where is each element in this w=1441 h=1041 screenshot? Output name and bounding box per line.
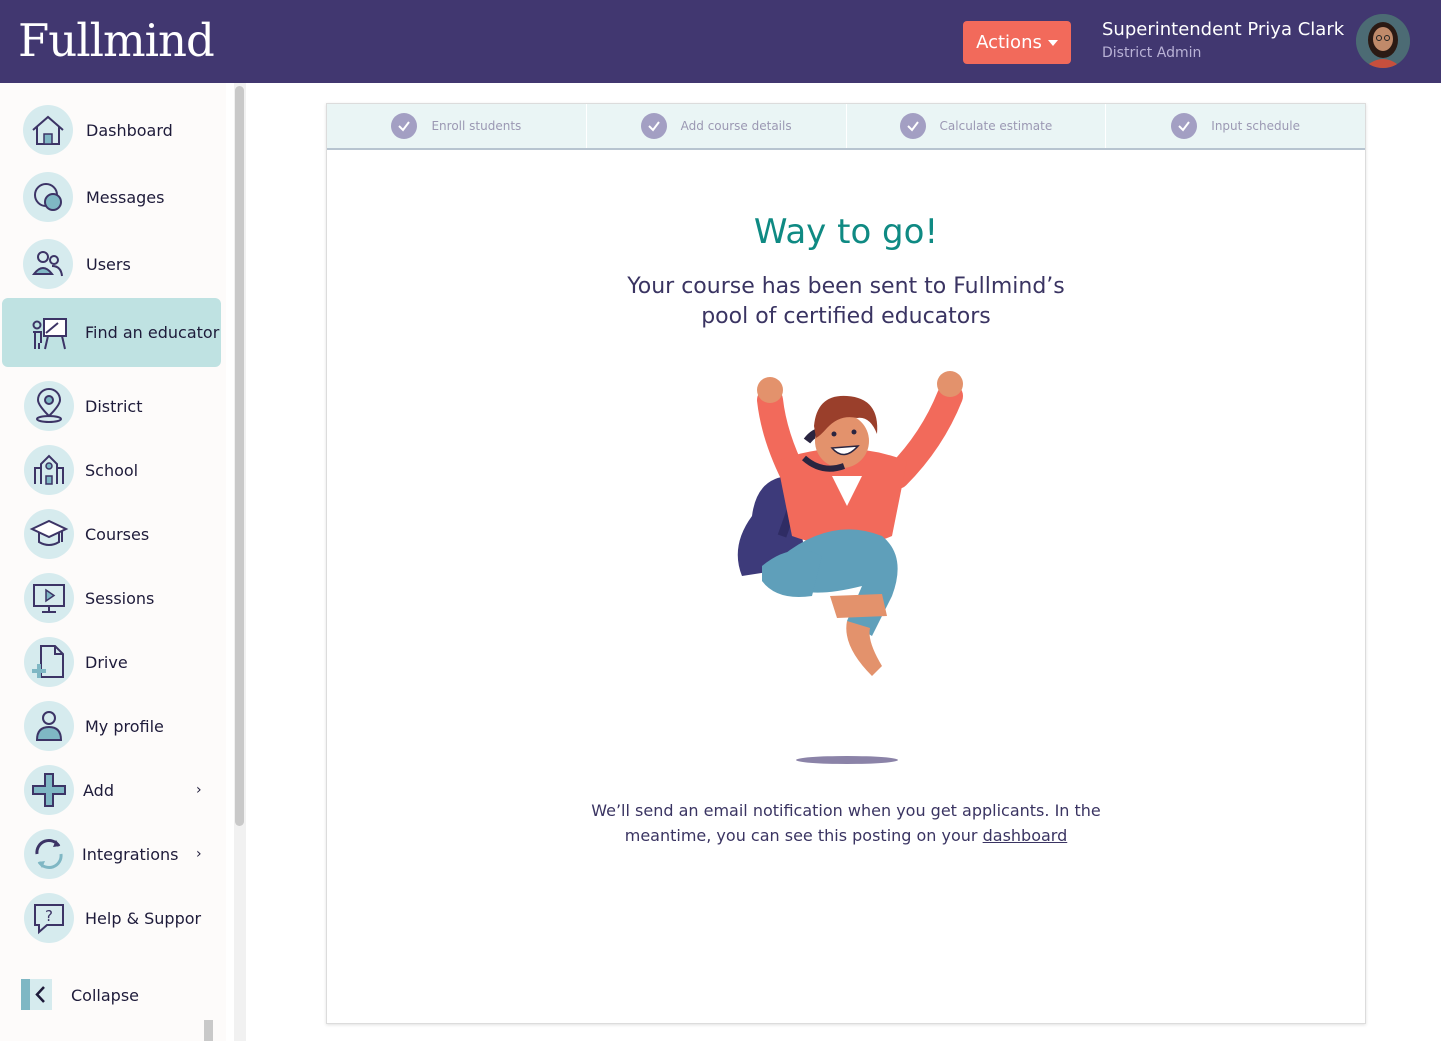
file-add-icon (24, 637, 74, 687)
sidebar-item-add[interactable]: Add › (0, 760, 222, 820)
step-label: Add course details (680, 119, 792, 133)
sidebar-item-label: Find an educator (85, 323, 220, 342)
sidebar-item-district[interactable]: District (0, 376, 222, 436)
sidebar-item-label: School (85, 460, 139, 480)
notice-line-1: We’ll send an email notification when yo… (591, 801, 1101, 820)
collapse-icon (21, 979, 52, 1010)
step-input-schedule[interactable]: Input schedule (1106, 104, 1365, 148)
sidebar-item-help-support[interactable]: ? Help & Suppor (0, 888, 222, 948)
dashboard-link[interactable]: dashboard (983, 826, 1068, 845)
location-pin-icon (24, 381, 74, 431)
sidebar-item-label: Sessions (85, 588, 155, 608)
help-chat-icon: ? (24, 893, 74, 943)
sidebar-item-courses[interactable]: Courses (0, 504, 222, 564)
sidebar-item-dashboard[interactable]: Dashboard (0, 100, 222, 160)
plus-icon (24, 765, 74, 815)
check-icon (391, 113, 418, 139)
sidebar-item-sessions[interactable]: Sessions (0, 568, 222, 628)
progress-stepper: Enroll students Add course details Calcu… (327, 104, 1365, 150)
sidebar-item-label: Dashboard (86, 120, 173, 140)
avatar[interactable] (1356, 14, 1410, 68)
top-header: Fullmind Actions Superintendent Priya Cl… (0, 0, 1441, 83)
celebrating-student-illustration (722, 366, 972, 776)
sidebar-item-label: Help & Suppor (85, 908, 202, 928)
step-enroll-students[interactable]: Enroll students (327, 104, 587, 148)
collapse-label: Collapse (71, 986, 139, 1005)
graduation-cap-icon (24, 509, 74, 559)
chevron-right-icon: › (196, 782, 202, 798)
profile-icon (24, 701, 74, 751)
educator-icon (23, 308, 73, 358)
sidebar-item-drive[interactable]: Drive (0, 632, 222, 692)
confirmation-card: Enroll students Add course details Calcu… (326, 103, 1366, 1024)
step-label: Input schedule (1211, 119, 1300, 133)
sidebar-item-label: Integrations (82, 844, 179, 864)
actions-label: Actions (976, 32, 1042, 53)
sidebar-item-find-an-educator[interactable]: Find an educator (2, 298, 221, 367)
success-subheading: Your course has been sent to Fullmind’s … (327, 272, 1365, 332)
step-calculate-estimate[interactable]: Calculate estimate (847, 104, 1107, 148)
user-role: District Admin (1102, 45, 1202, 61)
collapse-button[interactable]: Collapse (21, 979, 221, 1011)
sidebar-scrollbar-thumb[interactable] (235, 86, 244, 826)
subheading-line-2: pool of certified educators (701, 304, 991, 329)
sidebar-item-my-profile[interactable]: My profile (0, 696, 222, 756)
video-screen-icon (24, 573, 74, 623)
subheading-line-1: Your course has been sent to Fullmind’s (627, 274, 1065, 299)
secondary-scrollbar-thumb[interactable] (204, 1020, 213, 1041)
sidebar-item-label: Messages (86, 187, 165, 207)
chevron-right-icon: › (196, 846, 202, 862)
sync-icon (24, 829, 74, 879)
check-icon (899, 113, 926, 139)
sidebar-item-integrations[interactable]: Integrations › (0, 824, 222, 884)
sidebar-item-label: Add (83, 780, 114, 800)
sidebar-item-label: My profile (85, 716, 164, 736)
sidebar-item-label: District (85, 396, 143, 416)
home-icon (23, 105, 73, 155)
step-label: Enroll students (431, 119, 522, 133)
users-icon (23, 239, 73, 289)
sidebar-item-messages[interactable]: Messages (0, 167, 222, 227)
success-headline: Way to go! (753, 212, 939, 252)
caret-down-icon (1047, 39, 1058, 46)
sidebar: Dashboard Messages Users Find an educato… (0, 83, 226, 1041)
user-name: Superintendent Priya Clark (1102, 19, 1345, 40)
svg-text:?: ? (45, 907, 53, 925)
check-icon (1171, 113, 1198, 139)
sidebar-item-school[interactable]: School (0, 440, 222, 500)
sidebar-item-label: Drive (85, 652, 128, 672)
notice-line-2: meantime, you can see this posting on yo… (327, 823, 1365, 848)
actions-button[interactable]: Actions (963, 21, 1071, 64)
notice-text: meantime, you can see this posting on yo… (624, 826, 978, 845)
step-add-course-details[interactable]: Add course details (587, 104, 847, 148)
sidebar-item-label: Users (86, 254, 131, 274)
check-icon (640, 113, 667, 139)
step-label: Calculate estimate (939, 119, 1053, 133)
fullmind-logo[interactable]: Fullmind (18, 8, 215, 74)
sidebar-item-users[interactable]: Users (0, 234, 222, 294)
messages-icon (23, 172, 73, 222)
school-icon (24, 445, 74, 495)
email-notice: We’ll send an email notification when yo… (327, 798, 1365, 848)
sidebar-item-label: Courses (85, 524, 150, 544)
